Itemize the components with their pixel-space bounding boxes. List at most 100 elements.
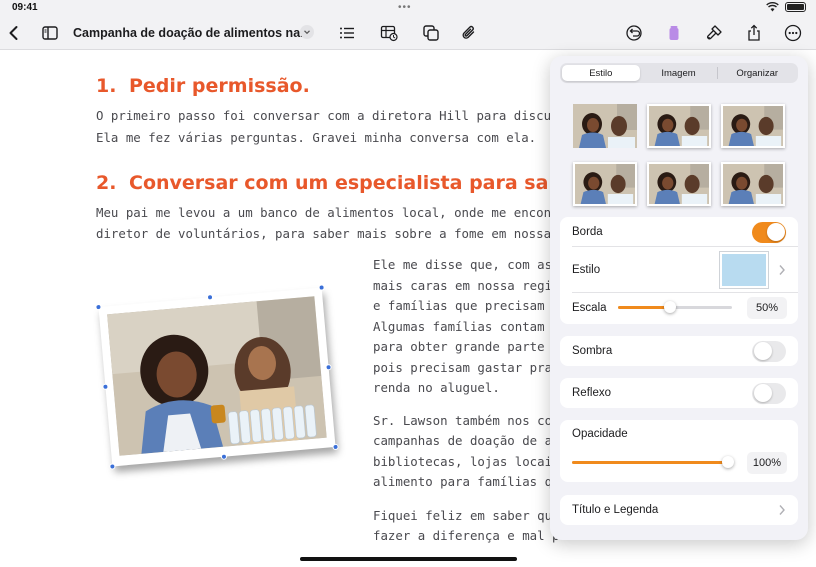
style-preview	[573, 104, 637, 148]
style-preset[interactable]	[573, 104, 637, 148]
table-icon[interactable]	[378, 16, 400, 50]
heading-1: 1. Pedir permissão.	[96, 75, 310, 97]
style-label: Estilo	[572, 264, 601, 276]
style-preset[interactable]	[721, 162, 785, 206]
border-label: Borda	[572, 226, 603, 238]
chevron-right-icon	[779, 505, 785, 515]
resize-handle[interactable]	[109, 463, 116, 470]
photo-image	[107, 296, 327, 456]
style-preset[interactable]	[647, 162, 711, 206]
style-preset[interactable]	[647, 104, 711, 148]
title-caption-card[interactable]: Título e Legenda	[560, 495, 798, 525]
toolbar: Campanha de doação de alimentos na...	[0, 16, 816, 50]
title-caption-row[interactable]: Título e Legenda	[560, 495, 798, 525]
column-line: Ele me disse que, com as m	[373, 257, 567, 272]
opacity-card: Opacidade 100%	[560, 420, 798, 482]
shapes-icon[interactable]	[420, 16, 442, 50]
scale-slider[interactable]	[618, 301, 732, 313]
slider-thumb[interactable]	[722, 456, 734, 468]
sidebar-icon[interactable]	[38, 16, 62, 50]
column-line: mais caras em nossa região	[373, 278, 567, 293]
paragraph-line: O primeiro passo foi conversar com a dir…	[96, 108, 611, 123]
scale-value[interactable]: 50%	[747, 297, 787, 319]
status-time: 09:41	[12, 2, 38, 13]
heading-text: Conversar com um especialista para sabe	[129, 172, 575, 194]
heading-number: 1.	[96, 75, 117, 97]
style-preview	[721, 104, 785, 148]
document-title[interactable]: Campanha de doação de alimentos na...	[73, 26, 311, 40]
more-icon[interactable]	[782, 16, 804, 50]
slider-fill	[572, 461, 732, 464]
toggle-knob	[753, 342, 772, 360]
slider-thumb[interactable]	[664, 301, 676, 313]
attachment-icon[interactable]	[458, 16, 480, 50]
column-line: campanhas de doação de a	[373, 433, 553, 448]
slider-fill	[618, 306, 670, 309]
tab-style[interactable]: Estilo	[562, 65, 640, 81]
heading-text: Pedir permissão.	[129, 75, 310, 97]
shadow-toggle[interactable]	[752, 340, 786, 362]
selected-photo[interactable]	[95, 284, 339, 470]
column-line: alimento para famílias que	[373, 474, 567, 489]
list-icon[interactable]	[336, 16, 358, 50]
border-row: Borda	[560, 217, 798, 247]
status-indicators	[766, 2, 806, 12]
opacity-label: Opacidade	[572, 428, 628, 440]
opacity-value[interactable]: 100%	[747, 452, 787, 474]
style-preview	[647, 162, 711, 206]
resize-handle[interactable]	[220, 453, 228, 460]
tab-image[interactable]: Imagem	[640, 65, 718, 81]
resize-handle[interactable]	[332, 443, 339, 451]
wifi-icon	[766, 2, 779, 12]
reflection-label: Reflexo	[572, 387, 611, 399]
opacity-slider[interactable]	[572, 456, 734, 468]
column-line: pois precisam gastar prati	[373, 360, 567, 375]
reflection-card: Reflexo	[560, 378, 798, 408]
column-line: fazer a diferença e mal pod	[373, 528, 575, 543]
share-icon[interactable]	[743, 16, 765, 50]
border-toggle[interactable]	[752, 221, 786, 243]
paragraph-line: Ela me fez várias perguntas. Gravei minh…	[96, 130, 537, 145]
back-chevron-icon[interactable]	[4, 16, 24, 50]
toggle-knob	[766, 223, 785, 241]
style-preview	[721, 162, 785, 206]
battery-icon	[785, 2, 806, 12]
style-preview	[647, 104, 711, 148]
format-tabs: Estilo Imagem Organizar	[560, 63, 798, 83]
multitasking-dots[interactable]: •••	[398, 2, 412, 13]
border-card: Borda Estilo Escala 50%	[560, 217, 798, 324]
heading-2: 2. Conversar com um especialista para sab…	[96, 172, 575, 194]
format-brush-icon[interactable]	[703, 16, 725, 50]
reflection-row: Reflexo	[560, 378, 798, 408]
heading-number: 2.	[96, 172, 117, 194]
tab-arrange[interactable]: Organizar	[718, 65, 796, 81]
undo-icon[interactable]	[623, 16, 645, 50]
shadow-row: Sombra	[560, 336, 798, 366]
status-bar: 09:41 •••	[0, 0, 816, 16]
scale-label: Escala	[572, 302, 607, 314]
paragraph-line: Meu pai me levou a um banco de alimentos…	[96, 205, 596, 220]
paragraph-line: diretor de voluntários, para saber mais …	[96, 226, 589, 241]
chevron-right-icon	[779, 265, 785, 275]
format-popover: Estilo Imagem Organizar Borda Estilo Esc…	[550, 56, 808, 540]
style-preset[interactable]	[573, 162, 637, 206]
shadow-label: Sombra	[572, 345, 613, 357]
title-caption-label: Título e Legenda	[572, 504, 659, 516]
style-preset[interactable]	[721, 104, 785, 148]
toggle-knob	[753, 384, 772, 402]
home-indicator[interactable]	[300, 557, 517, 561]
border-style-preview	[720, 252, 768, 288]
scale-row: Escala 50%	[560, 293, 798, 323]
title-menu-chevron-icon[interactable]	[300, 25, 314, 39]
style-preview	[573, 162, 637, 206]
reflection-toggle[interactable]	[752, 382, 786, 404]
resize-handle[interactable]	[325, 363, 332, 371]
column-line: Sr. Lawson também nos co	[373, 413, 553, 428]
image-style-presets	[560, 96, 798, 212]
shadow-card: Sombra	[560, 336, 798, 366]
column-line: Algumas famílias contam c	[373, 319, 560, 334]
resize-handle[interactable]	[318, 284, 325, 291]
border-style-row[interactable]: Estilo	[560, 247, 798, 293]
column-line: renda no aluguel.	[373, 380, 500, 395]
media-icon[interactable]	[663, 16, 685, 50]
